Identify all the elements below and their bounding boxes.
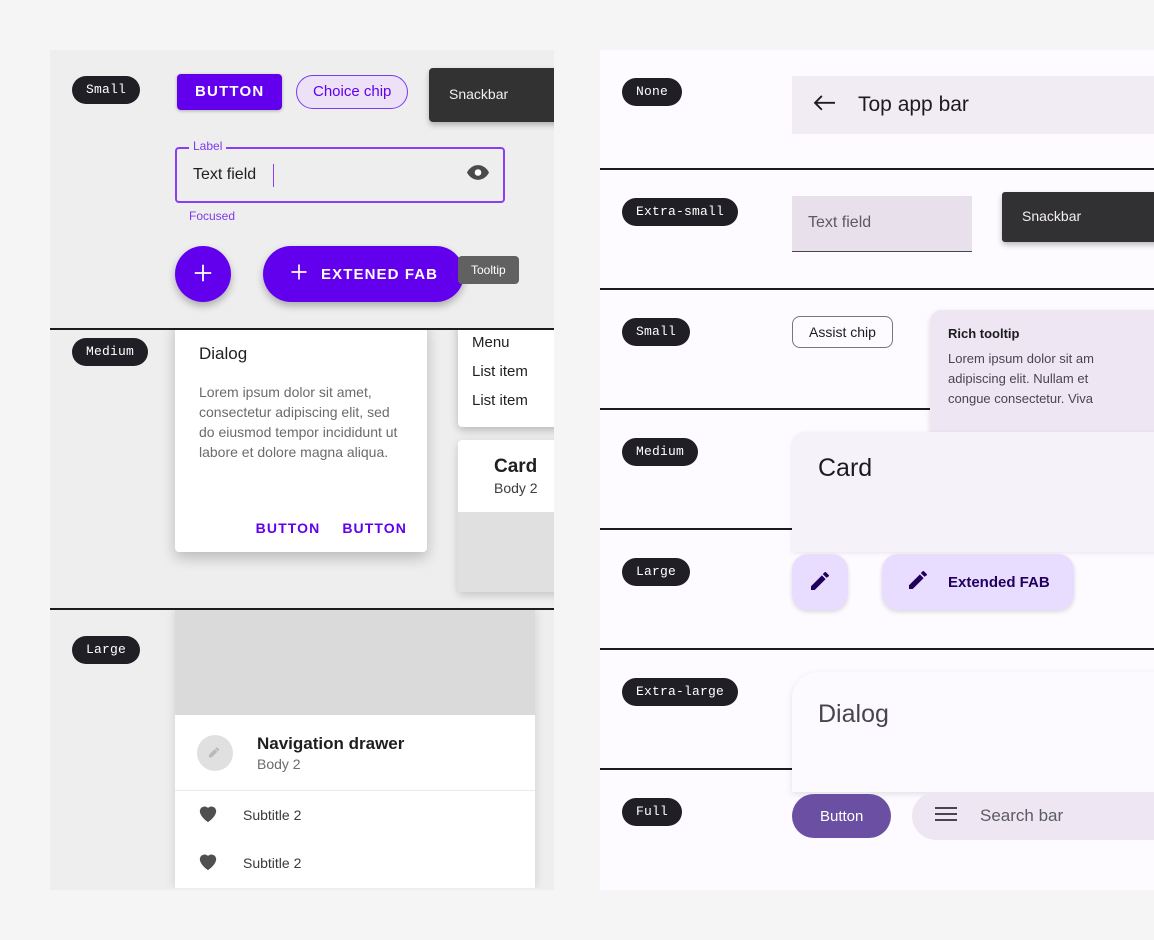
- size-token-badge: None: [622, 78, 683, 106]
- assist-chip[interactable]: Assist chip: [792, 316, 893, 348]
- extended-fab-label: EXTENED FAB: [321, 265, 439, 283]
- drawer-account-subtitle: Body 2: [257, 755, 301, 772]
- plus-icon: [192, 262, 214, 287]
- extended-fab-label: Extended FAB: [948, 573, 1050, 591]
- text-field-placeholder: Text field: [808, 214, 872, 231]
- material-2-panel: Small BUTTON Choice chip Snackbar Label …: [50, 50, 554, 890]
- floating-action-button[interactable]: [175, 246, 231, 302]
- size-token-badge: Large: [72, 636, 141, 664]
- left-row-medium: Medium Dialog Lorem ipsum dolor sit amet…: [50, 330, 554, 610]
- avatar: [197, 734, 233, 771]
- drawer-list-item[interactable]: Subtitle 2: [175, 791, 535, 839]
- top-app-bar-title: Top app bar: [858, 93, 969, 116]
- text-field-label: Label: [189, 140, 227, 152]
- dialog-actions: BUTTON BUTTON: [256, 520, 407, 536]
- card-body: Body 2: [494, 480, 538, 496]
- drawer-list-item-label: Subtitle 2: [243, 855, 302, 871]
- pencil-icon: [906, 568, 930, 596]
- left-row-small: Small BUTTON Choice chip Snackbar Label …: [50, 50, 554, 330]
- snackbar: Snackbar: [429, 68, 554, 122]
- size-token-badge: Large: [622, 558, 691, 586]
- text-field-value: Text field: [193, 166, 257, 183]
- dialog-title: Dialog: [818, 700, 889, 728]
- drawer-list-item-label: Subtitle 2: [243, 807, 302, 823]
- choice-chip[interactable]: Choice chip: [296, 75, 409, 109]
- plus-icon: [289, 262, 309, 286]
- extended-fab[interactable]: EXTENED FAB: [263, 246, 465, 302]
- rich-tooltip-title: Rich tooltip: [948, 326, 1020, 341]
- rich-tooltip-body: Lorem ipsum dolor sit am adipiscing elit…: [948, 351, 1094, 406]
- right-row-extra-large: Extra-large Dialog: [600, 650, 1154, 792]
- filled-button[interactable]: Button: [792, 794, 892, 838]
- dialog-body: Lorem ipsum dolor sit amet, consectetur …: [199, 384, 398, 460]
- top-app-bar: Top app bar: [792, 76, 1154, 134]
- card[interactable]: Card Body 2: [458, 440, 554, 592]
- extended-fab[interactable]: Extended FAB: [882, 554, 1074, 610]
- drawer-header-image: [175, 610, 535, 715]
- search-bar[interactable]: Search bar: [912, 792, 1154, 840]
- menu-header[interactable]: Menu: [458, 330, 554, 357]
- right-row-small: Small Assist chip Rich tooltip Lorem ips…: [600, 290, 1154, 440]
- text-field-helper-text: Focused: [189, 209, 236, 223]
- dialog: Dialog Lorem ipsum dolor sit amet, conse…: [175, 330, 427, 552]
- drawer-account-title: Navigation drawer: [257, 733, 405, 753]
- dialog-cancel-button[interactable]: BUTTON: [256, 520, 321, 536]
- size-token-badge: Small: [622, 318, 691, 346]
- arrow-left-icon[interactable]: [812, 94, 836, 117]
- text-field-outline[interactable]: Label Text field: [175, 140, 505, 203]
- card-media-placeholder: [458, 512, 554, 592]
- filled-text-field[interactable]: Text field: [792, 196, 972, 252]
- floating-action-button[interactable]: [792, 554, 848, 610]
- heart-icon: [197, 851, 219, 876]
- snackbar: Snackbar: [1002, 192, 1154, 242]
- hamburger-menu-icon[interactable]: [934, 806, 958, 827]
- menu-item[interactable]: List item: [458, 386, 554, 415]
- pencil-icon: [808, 569, 832, 596]
- card-title: Card: [494, 456, 538, 477]
- right-row-medium: Medium Card: [600, 410, 1154, 552]
- text-cursor: [273, 164, 274, 187]
- navigation-drawer: Navigation drawer Body 2 Subtitle 2 Subt…: [175, 610, 535, 888]
- menu: Menu List item List item: [458, 330, 554, 427]
- heart-icon: [197, 803, 219, 828]
- size-token-badge: Small: [72, 76, 141, 104]
- size-token-badge: Extra-small: [622, 198, 739, 226]
- menu-item[interactable]: List item: [458, 357, 554, 386]
- eye-icon[interactable]: [467, 165, 489, 185]
- size-token-badge: Medium: [72, 338, 149, 366]
- search-bar-placeholder: Search bar: [980, 806, 1064, 825]
- right-row-extra-small: Extra-small Text field Snackbar: [600, 170, 1154, 290]
- left-row-large: Large Navigation drawer Body 2 Subtitle …: [50, 610, 554, 888]
- tooltip: Tooltip: [458, 256, 519, 284]
- drawer-list-item[interactable]: Subtitle 2: [175, 839, 535, 887]
- size-token-badge: Medium: [622, 438, 699, 466]
- outlined-text-field[interactable]: Label Text field Focused: [175, 140, 505, 223]
- contained-button[interactable]: BUTTON: [177, 74, 283, 110]
- right-row-large: Large Extended FAB: [600, 530, 1154, 650]
- dialog-confirm-button[interactable]: BUTTON: [342, 520, 407, 536]
- size-token-badge: Extra-large: [622, 678, 739, 706]
- drawer-account-row[interactable]: Navigation drawer Body 2: [175, 715, 535, 791]
- size-token-badge: Full: [622, 798, 683, 826]
- right-row-full: Full Button Search bar: [600, 770, 1154, 890]
- material-3-panel: None Top app bar Extra-small Text field …: [600, 50, 1154, 890]
- card-title: Card: [818, 454, 873, 482]
- right-row-none: None Top app bar: [600, 50, 1154, 170]
- dialog-title: Dialog: [199, 344, 248, 363]
